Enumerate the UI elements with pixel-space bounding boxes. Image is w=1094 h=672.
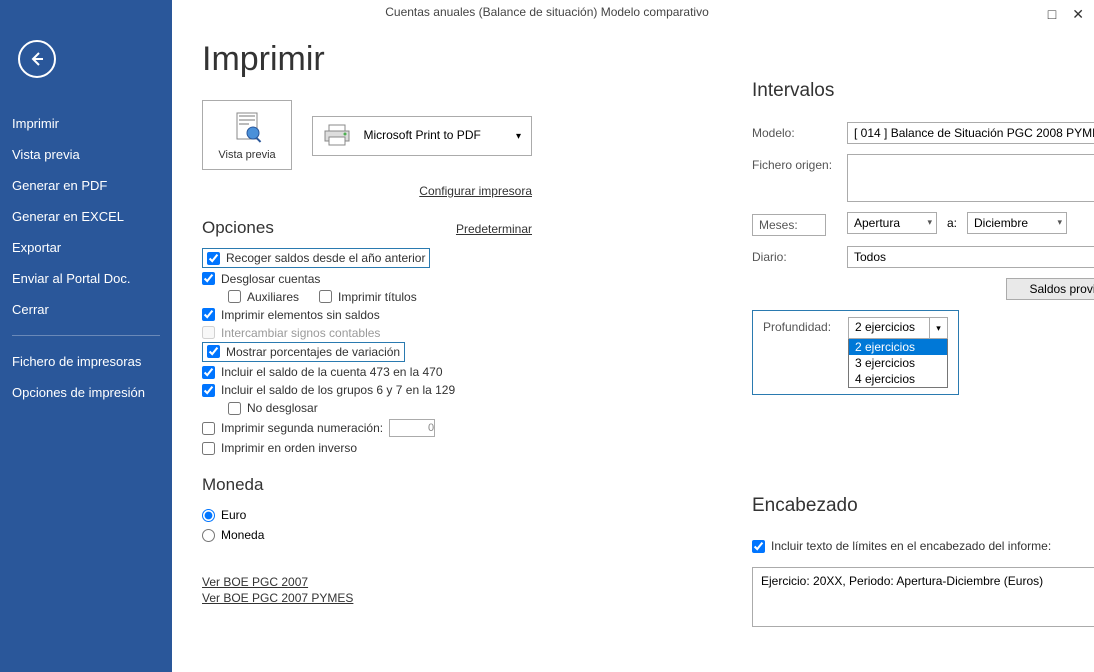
encabezado-text: Ejercicio: 20XX, Periodo: Apertura-Dicie… bbox=[761, 574, 1043, 588]
chk-auxiliares-lbl: Auxiliares bbox=[247, 290, 299, 304]
chk-auxiliares[interactable] bbox=[228, 290, 241, 303]
modelo-dropdown[interactable]: [ 014 ] Balance de Situación PGC 2008 PY… bbox=[847, 122, 1094, 144]
chk-desglosar[interactable] bbox=[202, 272, 215, 285]
opciones-title: Opciones bbox=[202, 218, 274, 238]
chk-sin-saldos-lbl: Imprimir elementos sin saldos bbox=[221, 308, 380, 322]
encabezado-title: Encabezado bbox=[752, 495, 1094, 517]
prof-opt-3[interactable]: 3 ejercicios bbox=[849, 355, 947, 371]
radio-moneda[interactable] bbox=[202, 529, 215, 542]
chevron-down-icon: ▾ bbox=[929, 318, 947, 338]
modelo-label: Modelo: bbox=[752, 122, 847, 140]
sidebar-item-vista-previa[interactable]: Vista previa bbox=[0, 139, 172, 170]
mes-inicio-value: Apertura bbox=[854, 216, 900, 230]
chevron-down-icon: ▾ bbox=[516, 131, 521, 142]
sidebar-separator bbox=[12, 335, 160, 336]
segunda-num-input[interactable] bbox=[389, 419, 435, 437]
profundidad-label: Profundidad: bbox=[763, 317, 848, 334]
diario-label: Diario: bbox=[752, 246, 847, 264]
chk-segunda-num-lbl: Imprimir segunda numeración: bbox=[221, 421, 383, 435]
saldos-provisionales-button[interactable]: Saldos provisionales bbox=[1006, 278, 1094, 300]
predeterminar-link[interactable]: Predeterminar bbox=[456, 222, 532, 236]
chk-orden-inverso[interactable] bbox=[202, 442, 215, 455]
mes-fin-value: Diciembre bbox=[974, 216, 1028, 230]
boe-2007-pymes-link[interactable]: Ver BOE PGC 2007 PYMES bbox=[202, 591, 582, 605]
prof-opt-4[interactable]: 4 ejercicios bbox=[849, 371, 947, 387]
config-printer-link[interactable]: Configurar impresora bbox=[419, 184, 532, 198]
fichero-textarea[interactable]: ▴▾ bbox=[847, 154, 1094, 202]
diario-dropdown[interactable]: Todos▾ bbox=[847, 246, 1094, 268]
profundidad-box: Profundidad: 2 ejercicios ▾ 2 ejercicios… bbox=[752, 310, 959, 395]
printer-name: Microsoft Print to PDF bbox=[363, 128, 480, 142]
sidebar: Imprimir Vista previa Generar en PDF Gen… bbox=[0, 0, 172, 672]
sidebar-item-portal[interactable]: Enviar al Portal Doc. bbox=[0, 263, 172, 294]
profundidad-dropdown[interactable]: 2 ejercicios ▾ bbox=[848, 317, 948, 339]
intervalos-title: Intervalos bbox=[752, 80, 1094, 102]
chk-saldo-473-lbl: Incluir el saldo de la cuenta 473 en la … bbox=[221, 365, 443, 379]
profundidad-list: 2 ejercicios 3 ejercicios 4 ejercicios bbox=[848, 338, 948, 388]
chk-recoger-lbl: Recoger saldos desde el año anterior bbox=[226, 251, 425, 265]
a-label: a: bbox=[947, 216, 957, 230]
chk-porcentajes[interactable] bbox=[207, 345, 220, 358]
document-preview-icon bbox=[229, 109, 265, 145]
sidebar-item-imprimir[interactable]: Imprimir bbox=[0, 108, 172, 139]
fichero-label: Fichero origen: bbox=[752, 154, 847, 172]
chk-incluir-limites-lbl: Incluir texto de límites en el encabezad… bbox=[771, 539, 1051, 553]
chk-porcentajes-highlight: Mostrar porcentajes de variación bbox=[202, 342, 405, 362]
chk-sin-saldos[interactable] bbox=[202, 308, 215, 321]
printer-icon bbox=[323, 123, 351, 147]
sidebar-item-cerrar[interactable]: Cerrar bbox=[0, 294, 172, 325]
vista-previa-button[interactable]: Vista previa bbox=[202, 100, 292, 170]
boe-2007-link[interactable]: Ver BOE PGC 2007 bbox=[202, 575, 582, 589]
chk-saldo-473[interactable] bbox=[202, 366, 215, 379]
moneda-title: Moneda bbox=[202, 475, 582, 495]
sidebar-item-excel[interactable]: Generar en EXCEL bbox=[0, 201, 172, 232]
meses-label-box: Meses: bbox=[752, 214, 826, 236]
radio-euro-lbl: Euro bbox=[221, 508, 246, 522]
chk-no-desglosar[interactable] bbox=[228, 402, 241, 415]
sidebar-item-fichero[interactable]: Fichero de impresoras bbox=[0, 346, 172, 377]
chk-grupos-67-lbl: Incluir el saldo de los grupos 6 y 7 en … bbox=[221, 383, 455, 397]
vista-previa-label: Vista previa bbox=[217, 149, 277, 161]
chk-grupos-67[interactable] bbox=[202, 384, 215, 397]
chk-titulos[interactable] bbox=[319, 290, 332, 303]
modelo-value: [ 014 ] Balance de Situación PGC 2008 PY… bbox=[854, 126, 1094, 140]
radio-moneda-lbl: Moneda bbox=[221, 528, 264, 542]
chk-intercambiar bbox=[202, 326, 215, 339]
chevron-down-icon: ▾ bbox=[927, 217, 932, 228]
chk-segunda-num[interactable] bbox=[202, 422, 215, 435]
chk-titulos-lbl: Imprimir títulos bbox=[338, 290, 417, 304]
chk-porcentajes-lbl: Mostrar porcentajes de variación bbox=[226, 345, 400, 359]
chk-incluir-limites[interactable] bbox=[752, 540, 765, 553]
chevron-down-icon: ▾ bbox=[1057, 217, 1062, 228]
chk-desglosar-lbl: Desglosar cuentas bbox=[221, 272, 320, 286]
chk-no-desglosar-lbl: No desglosar bbox=[247, 401, 318, 415]
sidebar-item-pdf[interactable]: Generar en PDF bbox=[0, 170, 172, 201]
chk-recoger-highlight: Recoger saldos desde el año anterior bbox=[202, 248, 430, 268]
chk-recoger[interactable] bbox=[207, 252, 220, 265]
printer-dropdown[interactable]: Microsoft Print to PDF ▾ bbox=[312, 116, 532, 156]
sidebar-item-exportar[interactable]: Exportar bbox=[0, 232, 172, 263]
mes-fin-dropdown[interactable]: Diciembre ▾ bbox=[967, 212, 1067, 234]
chk-orden-inverso-lbl: Imprimir en orden inverso bbox=[221, 441, 357, 455]
page-title: Imprimir bbox=[202, 40, 1074, 79]
chk-intercambiar-lbl: Intercambiar signos contables bbox=[221, 326, 380, 340]
sidebar-item-opciones[interactable]: Opciones de impresión bbox=[0, 377, 172, 408]
mes-inicio-dropdown[interactable]: Apertura ▾ bbox=[847, 212, 937, 234]
back-button[interactable] bbox=[18, 40, 56, 78]
encabezado-textbox[interactable]: Ejercicio: 20XX, Periodo: Apertura-Dicie… bbox=[752, 567, 1094, 627]
radio-euro[interactable] bbox=[202, 509, 215, 522]
diario-value: Todos bbox=[854, 250, 886, 264]
prof-opt-2[interactable]: 2 ejercicios bbox=[849, 339, 947, 355]
